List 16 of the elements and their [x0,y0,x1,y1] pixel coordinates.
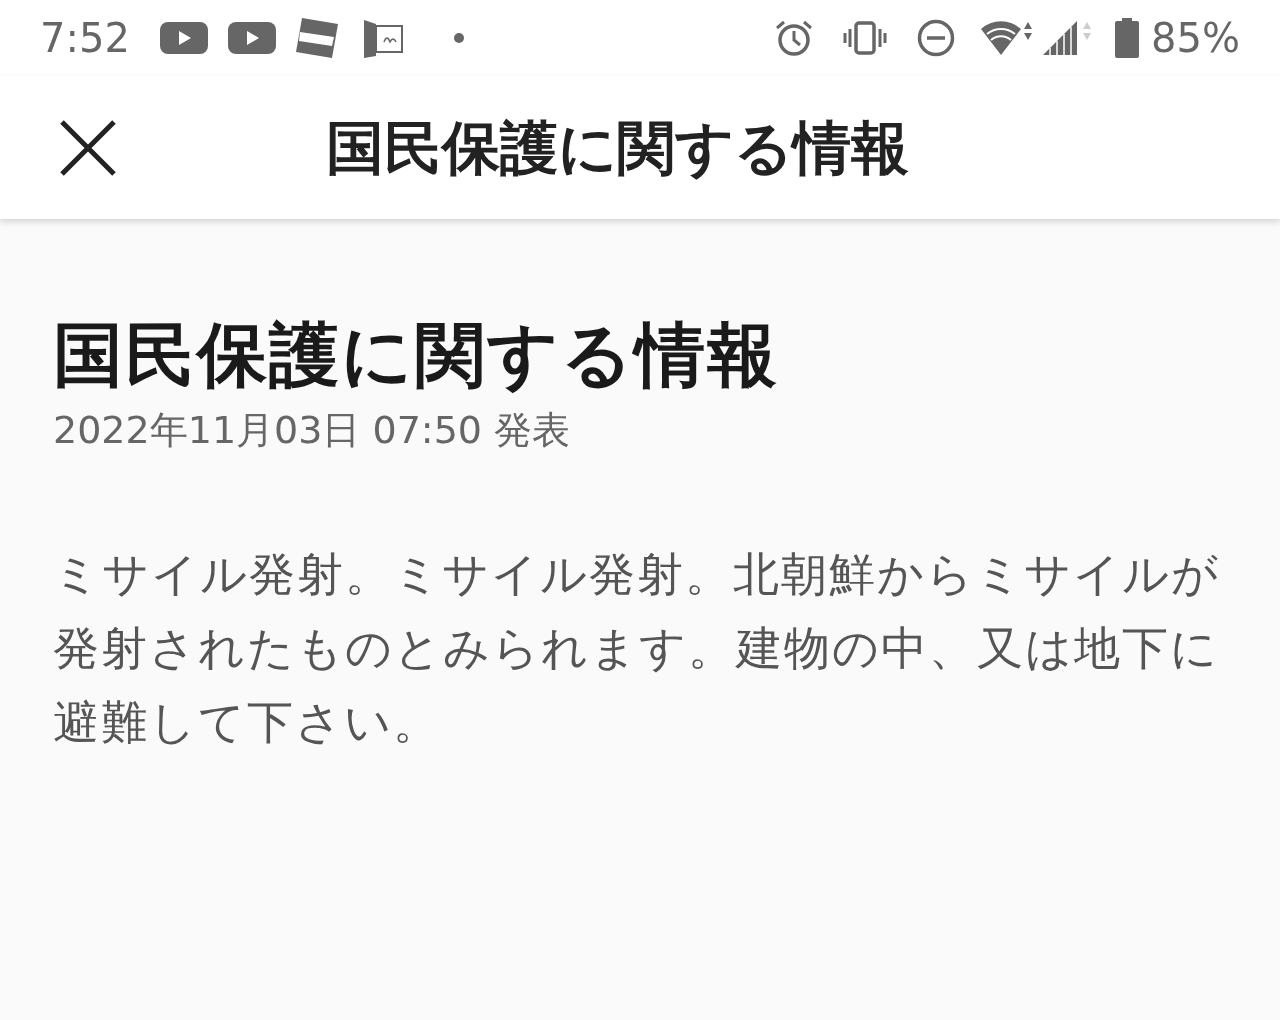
signal-icon [1043,19,1094,57]
publication-date: 2022年11月03日 07:50 発表 [53,407,572,454]
article-title: 国民保護に関する情報 [53,313,780,397]
vibrate-icon [843,21,888,55]
article-body: ミサイル発射。ミサイル発射。北朝鮮からミサイルが発射されたものとみられます。建物の中、又は地下に避難して下さい。 [53,546,1221,751]
play-icon [159,22,208,54]
battery-percentage: 85% [1151,14,1240,63]
close-icon [59,118,117,177]
alarm-clock-icon [775,19,814,57]
do-not-disturb-icon [917,19,956,57]
battery-icon [1115,18,1140,58]
header-title: 国民保護に関する情報 [326,113,909,184]
wifi-icon [981,19,1034,57]
clock-time: 7:52 [40,14,130,63]
play-icon [227,22,276,54]
dot-icon [453,33,464,43]
